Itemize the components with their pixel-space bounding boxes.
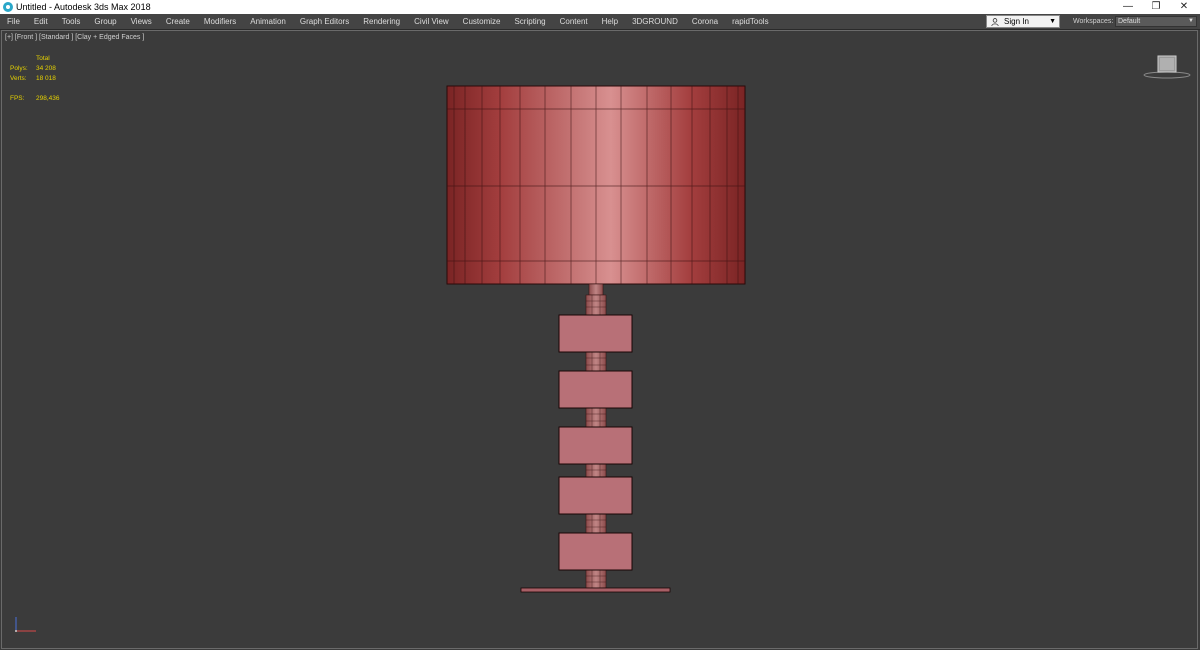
lamp-body[interactable] [520,283,671,593]
close-button[interactable]: ✕ [1170,0,1198,14]
workspaces-value: Default [1118,18,1141,25]
lamp-model[interactable] [2,31,1197,648]
menu-graph-editors[interactable]: Graph Editors [293,14,356,29]
chevron-down-icon: ▼ [1188,18,1194,24]
menu-3dground[interactable]: 3DGROUND [625,14,685,29]
menu-scripting[interactable]: Scripting [507,14,552,29]
sign-in-label: Sign In [1004,17,1029,26]
menu-customize[interactable]: Customize [456,14,508,29]
lamp-shade[interactable] [446,85,746,285]
menu-create[interactable]: Create [159,14,197,29]
menu-modifiers[interactable]: Modifiers [197,14,243,29]
menu-group[interactable]: Group [87,14,123,29]
menu-list: File Edit Tools Group Views Create Modif… [0,14,776,29]
menu-tools[interactable]: Tools [55,14,88,29]
lamp-foot-plate [520,587,671,593]
workspaces-select[interactable]: Default ▼ [1115,16,1197,27]
restore-button[interactable]: ❐ [1142,0,1170,14]
user-icon [991,18,999,26]
menu-rendering[interactable]: Rendering [356,14,407,29]
chevron-down-icon: ▼ [1049,18,1056,25]
menu-content[interactable]: Content [553,14,595,29]
3ds-max-logo-icon [3,2,13,12]
window-title: Untitled - Autodesk 3ds Max 2018 [16,2,151,12]
menu-corona[interactable]: Corona [685,14,725,29]
menu-bar: File Edit Tools Group Views Create Modif… [0,14,1200,30]
front-viewport[interactable]: [+] [Front ] [Standard ] [Clay + Edged F… [1,30,1198,649]
axis-tripod-icon [15,617,36,632]
workspaces-label: Workspaces: [1073,18,1114,25]
menu-rapidtools[interactable]: rapidTools [725,14,775,29]
sign-in-dropdown[interactable]: Sign In ▼ [986,15,1060,28]
title-bar: Untitled - Autodesk 3ds Max 2018 — ❐ ✕ [0,0,1200,14]
menu-edit[interactable]: Edit [27,14,55,29]
menu-animation[interactable]: Animation [243,14,293,29]
menu-views[interactable]: Views [124,14,159,29]
menu-file[interactable]: File [0,14,27,29]
menu-civil-view[interactable]: Civil View [407,14,456,29]
menu-help[interactable]: Help [595,14,625,29]
minimize-button[interactable]: — [1114,0,1142,14]
